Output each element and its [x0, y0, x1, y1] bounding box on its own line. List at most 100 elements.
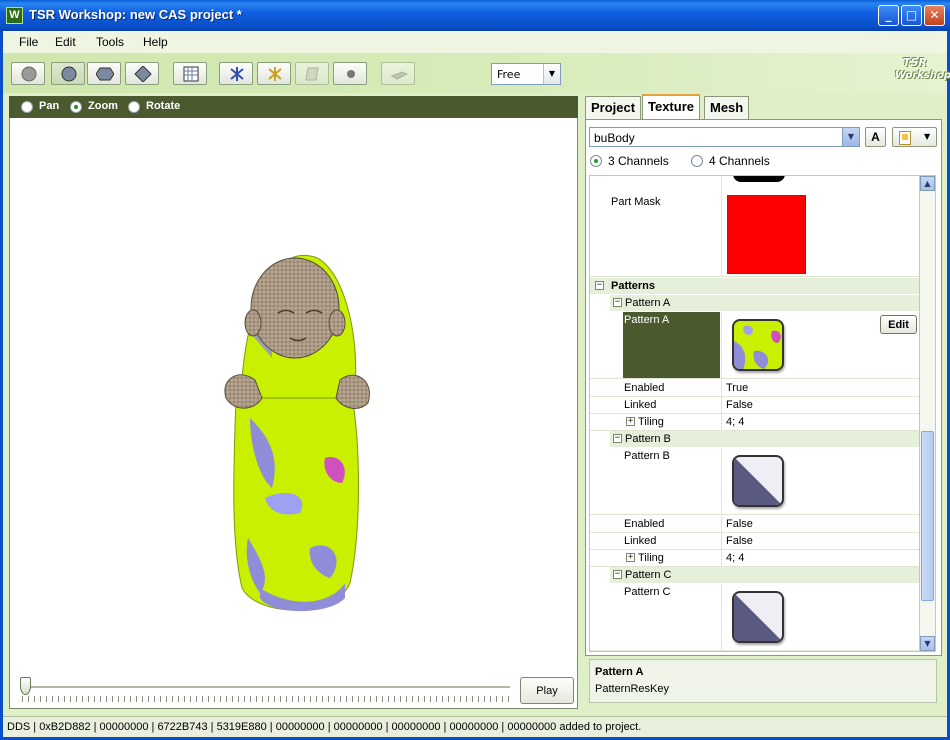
pattern-b-header-label: Pattern B — [625, 433, 671, 445]
pattern-c-row[interactable]: Pattern C — [590, 584, 919, 651]
pattern-b-swatch[interactable] — [732, 455, 784, 507]
property-grid[interactable]: Part Mask − Patterns − Pattern A Pattern… — [589, 175, 919, 652]
three-channels-radio[interactable] — [590, 155, 602, 167]
collapse-icon[interactable]: − — [613, 434, 622, 443]
scroll-thumb[interactable] — [921, 431, 934, 601]
pattern-b-enabled-row[interactable]: Enabled False — [590, 516, 919, 533]
chevron-down-icon: ▼ — [543, 64, 560, 84]
tab-mesh[interactable]: Mesh — [704, 96, 750, 119]
expand-icon[interactable]: + — [626, 553, 635, 562]
text-button[interactable]: A — [865, 127, 886, 147]
play-button[interactable]: Play — [520, 677, 574, 704]
show-bones-button[interactable] — [219, 62, 253, 85]
pattern-b-label: Pattern B — [624, 450, 670, 462]
diamond-view-button[interactable] — [125, 62, 159, 85]
pattern-b-enabled-value[interactable]: False — [726, 518, 753, 530]
menu-tools[interactable]: Tools — [96, 35, 124, 49]
part-dropdown[interactable]: buBody ▼ — [589, 127, 860, 147]
app-icon: W — [6, 7, 23, 24]
window-title: TSR Workshop: new CAS project * — [29, 7, 242, 22]
four-channels-label: 4 Channels — [709, 154, 770, 168]
pattern-a-label: Pattern A — [624, 314, 670, 326]
floor-button[interactable] — [295, 62, 329, 85]
patterns-category[interactable]: − Patterns — [590, 278, 919, 294]
scroll-up-icon[interactable]: ▲ — [920, 176, 935, 191]
grid-button[interactable] — [173, 62, 207, 85]
menu-file[interactable]: File — [19, 35, 38, 49]
pattern-a-swatch[interactable] — [732, 319, 784, 371]
pattern-a-linked-row[interactable]: Linked False — [590, 397, 919, 414]
menu-bar: File Edit Tools Help — [3, 31, 947, 53]
pattern-b-thumbnail — [734, 457, 782, 505]
pattern-b-linked-value[interactable]: False — [726, 535, 753, 547]
rotate-label: Rotate — [146, 100, 181, 112]
scroll-down-icon[interactable]: ▼ — [920, 636, 935, 651]
menu-help[interactable]: Help — [143, 35, 168, 49]
minimize-button[interactable]: _ — [878, 5, 899, 26]
pattern-a-thumbnail — [734, 325, 781, 369]
edit-pattern-button[interactable]: Edit — [880, 315, 917, 334]
rotate-radio[interactable] — [128, 101, 140, 113]
sphere-flat-icon — [21, 66, 37, 82]
shaded-view-button[interactable] — [51, 62, 85, 85]
collapse-icon[interactable]: − — [613, 298, 622, 307]
pattern-a-header-label: Pattern A — [625, 297, 671, 309]
status-bar: DDS | 0xB2D882 | 00000000 | 6722B743 | 5… — [3, 716, 947, 737]
pattern-a-header[interactable]: − Pattern A — [610, 295, 919, 311]
pattern-a-tiling-value[interactable]: 4; 4 — [726, 416, 744, 428]
tsr-workshop-logo: TSR Workshop — [895, 56, 950, 81]
solid-view-button[interactable] — [11, 62, 45, 85]
pattern-a-enabled-row[interactable]: Enabled True — [590, 380, 919, 397]
import-texture-button[interactable]: ▼ — [892, 127, 937, 147]
part-mask-swatch[interactable] — [727, 195, 806, 274]
timeline-track[interactable] — [20, 686, 510, 688]
toolbar: Free ▼ TSR Workshop — [3, 53, 950, 93]
document-icon — [899, 131, 911, 145]
tab-texture[interactable]: Texture — [642, 94, 700, 120]
timeline-slider-thumb[interactable] — [20, 677, 31, 695]
zoom-radio[interactable] — [70, 101, 82, 113]
expand-icon[interactable]: + — [626, 417, 635, 426]
collapse-icon[interactable]: − — [595, 281, 604, 290]
3d-viewport[interactable]: Play — [9, 118, 578, 709]
pattern-a-linked-value[interactable]: False — [726, 399, 753, 411]
pattern-a-row[interactable]: Pattern A Edit — [590, 312, 919, 379]
show-joints-button[interactable] — [257, 62, 291, 85]
pattern-b-tiling-row[interactable]: + Tiling 4; 4 — [590, 550, 919, 567]
property-description-pane: Pattern A PatternResKey — [589, 659, 937, 703]
chevron-down-icon: ▼ — [924, 132, 931, 141]
pattern-b-header[interactable]: − Pattern B — [610, 431, 919, 447]
editor-tabs: Project Texture Mesh — [585, 94, 940, 120]
patterns-label: Patterns — [611, 280, 656, 292]
floor-icon — [305, 67, 319, 81]
hexagon-icon — [96, 67, 114, 81]
bones-yellow-icon — [268, 67, 282, 81]
part-mask-label: Part Mask — [611, 196, 661, 208]
close-button[interactable]: ✕ — [924, 5, 945, 26]
collapse-icon[interactable]: − — [613, 570, 622, 579]
dot-icon — [347, 70, 355, 78]
pattern-c-swatch[interactable] — [732, 591, 784, 643]
property-grid-scrollbar[interactable]: ▲ ▼ — [919, 175, 936, 652]
pattern-b-linked-row[interactable]: Linked False — [590, 533, 919, 550]
baby-model[interactable] — [10, 118, 579, 678]
zoom-label: Zoom — [88, 100, 118, 112]
viewport-navigation-bar: Pan Zoom Rotate — [9, 96, 578, 118]
pattern-a-enabled-value[interactable]: True — [726, 382, 748, 394]
maximize-button[interactable]: □ — [901, 5, 922, 26]
pattern-b-tiling-value[interactable]: 4; 4 — [726, 552, 744, 564]
menu-edit[interactable]: Edit — [55, 35, 76, 49]
camera-mode-dropdown[interactable]: Free ▼ — [491, 63, 561, 85]
diamond-icon — [134, 66, 152, 82]
part-mask-row[interactable]: Part Mask — [590, 192, 919, 277]
shadow-plane-icon — [390, 71, 408, 80]
shadow-button[interactable] — [381, 62, 415, 85]
pattern-a-tiling-row[interactable]: + Tiling 4; 4 — [590, 414, 919, 431]
hexagon-view-button[interactable] — [87, 62, 121, 85]
four-channels-radio[interactable] — [691, 155, 703, 167]
tab-project[interactable]: Project — [585, 96, 642, 119]
pattern-c-header[interactable]: − Pattern C — [610, 567, 919, 583]
pan-radio[interactable] — [21, 101, 33, 113]
pattern-b-row[interactable]: Pattern B — [590, 448, 919, 515]
light-button[interactable] — [333, 62, 367, 85]
